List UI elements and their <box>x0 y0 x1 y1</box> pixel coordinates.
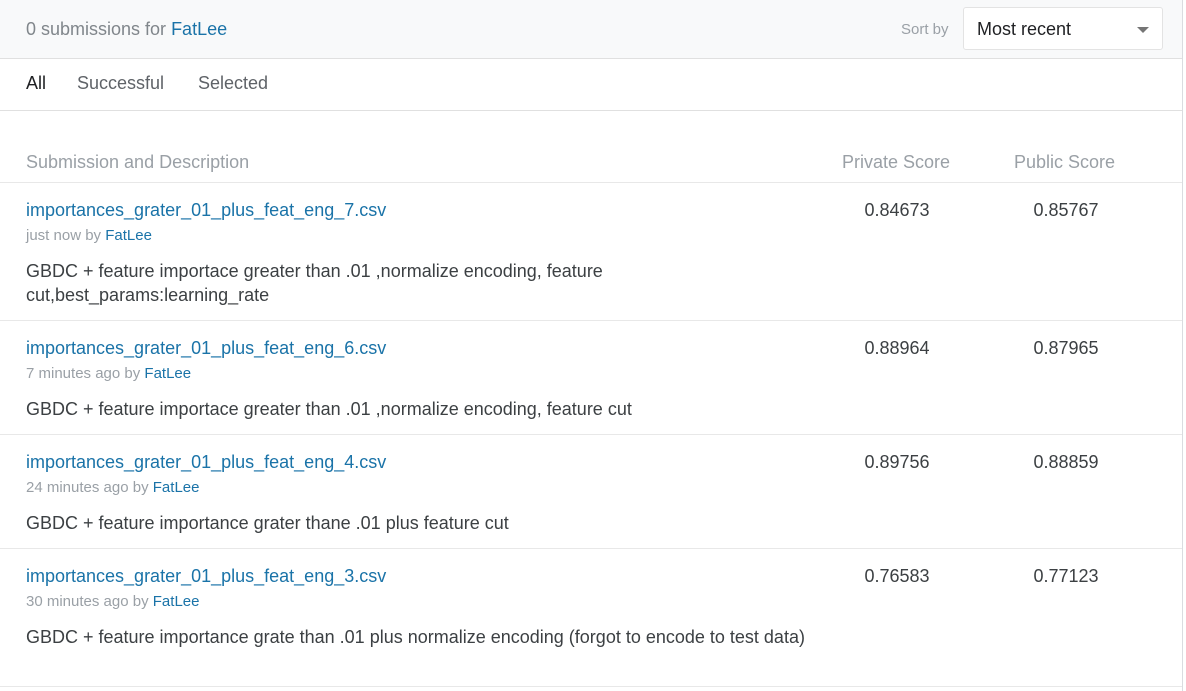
public-score: 0.85767 <box>1033 200 1099 220</box>
sort-select[interactable]: Most recent <box>963 7 1163 50</box>
submission-user-link[interactable]: FatLee <box>153 479 200 496</box>
submission-file-link[interactable]: importances_grater_01_plus_feat_eng_6.cs… <box>26 338 386 359</box>
public-score: 0.88859 <box>1033 452 1099 472</box>
private-score: 0.76583 <box>864 566 930 586</box>
column-header-public-score: Public Score <box>1014 152 1116 172</box>
submission-user-link[interactable]: FatLee <box>105 227 152 244</box>
submission-time: 24 minutes ago <box>26 479 129 496</box>
column-header-private-score: Private Score <box>842 152 951 172</box>
submissions-panel: 0 submissions for FatLee Sort by Most rec… <box>0 0 1183 691</box>
submission-user-link[interactable]: FatLee <box>144 365 191 382</box>
submission-row: importances_grater_01_plus_feat_eng_6.cs… <box>0 321 1182 434</box>
submission-time: just now <box>26 227 82 244</box>
tab-successful[interactable]: Successful <box>77 73 164 94</box>
divider <box>0 686 1182 687</box>
submission-count-text: 0 submissions for <box>26 19 167 39</box>
sort-by-label: Sort by <box>901 21 949 38</box>
submission-time: 7 minutes ago <box>26 365 121 382</box>
submission-tabs: All Successful Selected <box>0 59 1182 111</box>
submission-count: 0 submissions for FatLee <box>26 19 227 40</box>
submission-by: by <box>124 365 141 382</box>
submission-row: importances_grater_01_plus_feat_eng_7.cs… <box>0 183 1182 320</box>
submission-meta: 7 minutes ago by FatLee <box>26 365 191 382</box>
submission-user-link[interactable]: FatLee <box>153 593 200 610</box>
header-user-link[interactable]: FatLee <box>171 19 227 39</box>
private-score: 0.88964 <box>864 338 930 358</box>
submission-description: GBDC + feature importance grate than .01… <box>26 627 805 647</box>
private-score: 0.84673 <box>864 200 930 220</box>
submission-meta: just now by FatLee <box>26 227 152 244</box>
submission-by: by <box>132 593 149 610</box>
sort-select-value: Most recent <box>977 19 1072 39</box>
submission-description: GBDC + feature importace greater than .0… <box>26 399 632 419</box>
private-score: 0.89756 <box>864 452 930 472</box>
submission-description: GBDC + feature importance grater thane .… <box>26 513 509 533</box>
submission-by: by <box>132 479 149 496</box>
submission-file-link[interactable]: importances_grater_01_plus_feat_eng_4.cs… <box>26 452 386 473</box>
submission-meta: 24 minutes ago by FatLee <box>26 479 199 496</box>
chevron-down-icon <box>1137 27 1149 33</box>
column-header-description: Submission and Description <box>26 152 250 172</box>
submissions-header: 0 submissions for FatLee Sort by Most rec… <box>0 0 1182 59</box>
tab-all[interactable]: All <box>26 73 46 94</box>
submission-row: importances_grater_01_plus_feat_eng_3.cs… <box>0 549 1182 686</box>
submission-file-link[interactable]: importances_grater_01_plus_feat_eng_7.cs… <box>26 200 386 221</box>
submission-row: importances_grater_01_plus_feat_eng_4.cs… <box>0 435 1182 548</box>
submission-meta: 30 minutes ago by FatLee <box>26 593 199 610</box>
submission-description: GBDC + feature importace greater than .0… <box>26 261 603 305</box>
public-score: 0.77123 <box>1033 566 1099 586</box>
tab-selected[interactable]: Selected <box>198 73 268 94</box>
submission-time: 30 minutes ago <box>26 593 129 610</box>
public-score: 0.87965 <box>1033 338 1099 358</box>
submission-file-link[interactable]: importances_grater_01_plus_feat_eng_3.cs… <box>26 566 386 587</box>
submission-by: by <box>85 227 102 244</box>
